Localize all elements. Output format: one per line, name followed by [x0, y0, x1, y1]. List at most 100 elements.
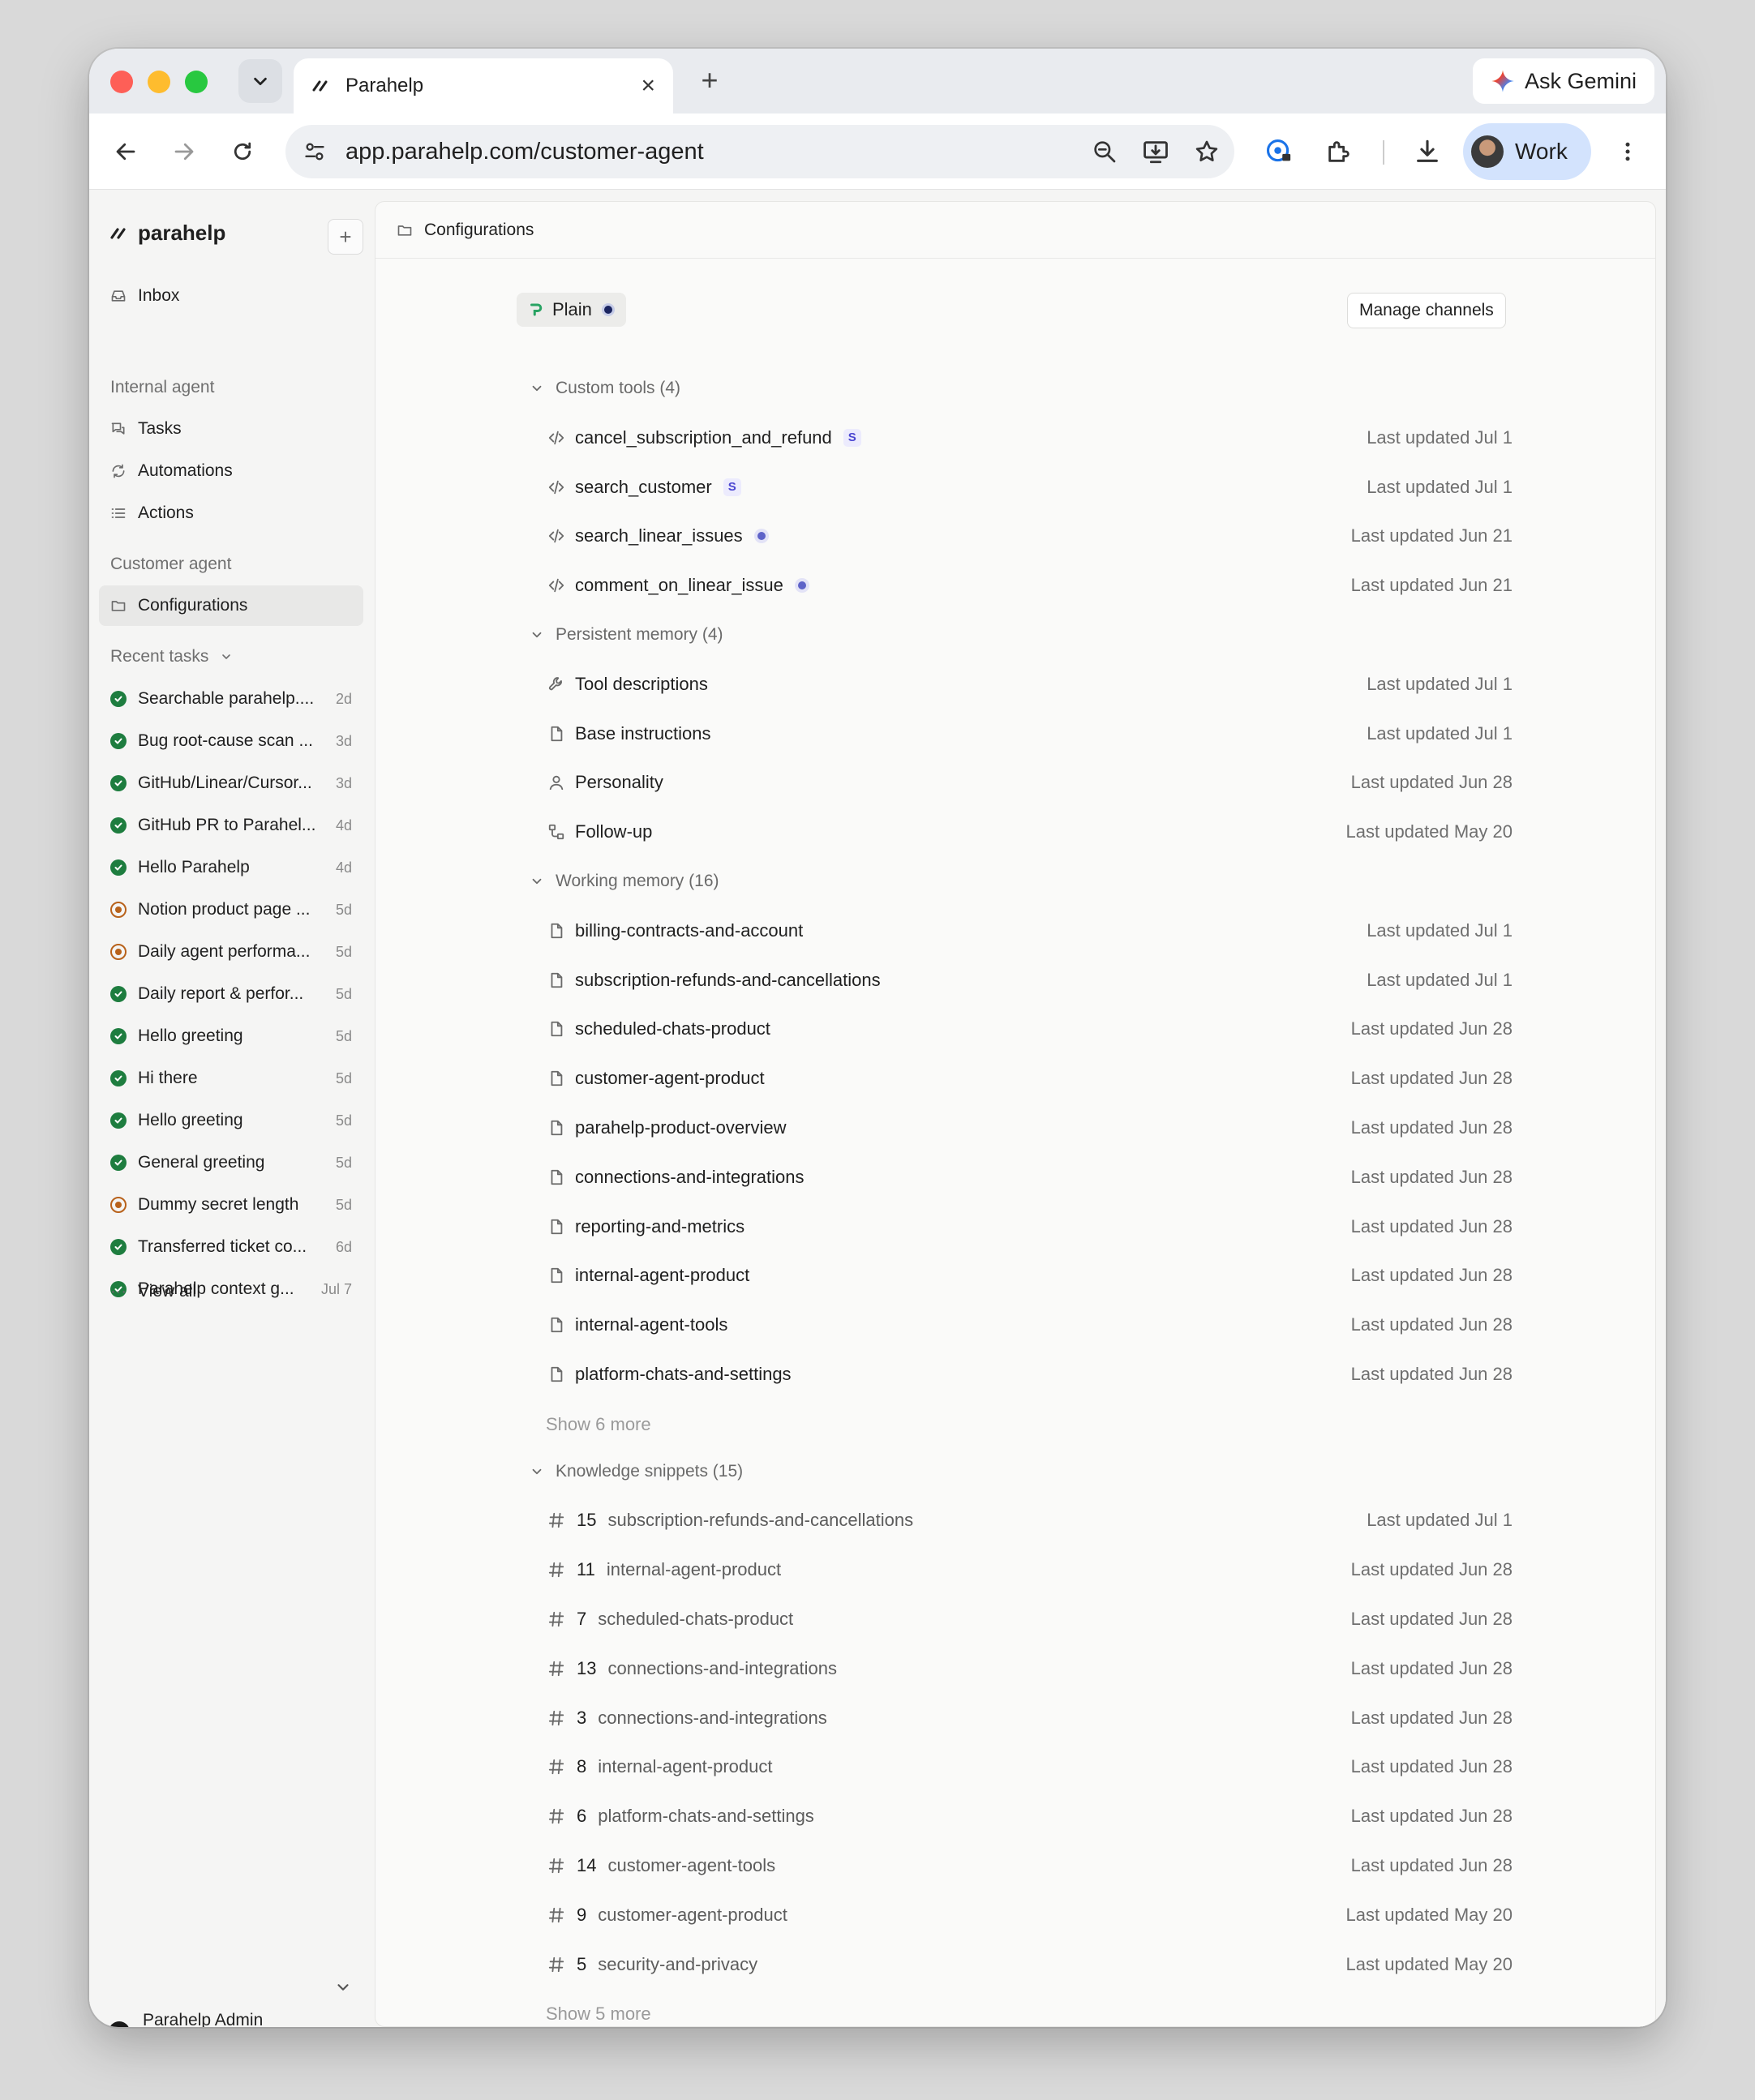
sidebar-item-configurations[interactable]: Configurations — [99, 585, 363, 626]
user-menu[interactable]: PA Parahelp Admin Admin — [109, 2011, 263, 2027]
bookmark-star-icon[interactable] — [1194, 139, 1220, 165]
chevron-down-icon[interactable] — [334, 1978, 352, 1996]
section-toggle[interactable]: Working memory (16) — [530, 872, 719, 891]
file-icon — [546, 1117, 567, 1138]
chevron-down-icon — [532, 1468, 542, 1474]
downloads-button[interactable] — [1409, 133, 1446, 170]
brand[interactable]: parahelp — [109, 221, 225, 246]
config-row[interactable]: Tool descriptions Last updated Jul 1 — [546, 668, 1513, 701]
channel-chip[interactable]: Plain — [517, 293, 626, 327]
config-row[interactable]: 8 internal-agent-product Last updated Jun … — [546, 1751, 1513, 1783]
config-row[interactable]: search_customer S Last updated Jul 1 — [546, 471, 1513, 504]
recent-task-item[interactable]: Bug root-cause scan ... 3d — [99, 721, 363, 761]
last-updated: Last updated Jun 28 — [1350, 1559, 1513, 1580]
profile-button[interactable]: Work — [1463, 123, 1591, 180]
address-bar[interactable]: app.parahelp.com/customer-agent — [285, 125, 1234, 178]
last-updated: Last updated Jun 28 — [1350, 1609, 1513, 1629]
config-row[interactable]: 13 connections-and-integrations Last updat… — [546, 1652, 1513, 1685]
config-row[interactable]: cancel_subscription_and_refund S Last upda… — [546, 422, 1513, 454]
config-row[interactable]: search_linear_issues Last updated Jun 21 — [546, 520, 1513, 552]
last-updated: Last updated Jun 28 — [1350, 1117, 1513, 1138]
tab-title: Parahelp — [345, 75, 424, 96]
config-row[interactable]: billing-contracts-and-account Last update… — [546, 915, 1513, 947]
recent-task-item[interactable]: Hello Parahelp 4d — [99, 847, 363, 888]
forward-button[interactable] — [165, 133, 203, 170]
config-row[interactable]: 5 security-and-privacy Last updated May 20 — [546, 1948, 1513, 1981]
show-more-link[interactable]: Show 6 more — [546, 1414, 651, 1435]
close-tab-icon[interactable]: × — [641, 72, 655, 100]
recent-task-item[interactable]: Daily agent performa... 5d — [99, 932, 363, 972]
in-progress-icon — [110, 1197, 127, 1213]
site-settings-icon[interactable] — [300, 137, 329, 166]
new-task-button[interactable]: + — [328, 219, 363, 255]
last-updated: Last updated Jun 21 — [1350, 575, 1513, 596]
recent-task-item[interactable]: Hello greeting 5d — [99, 1100, 363, 1141]
config-row[interactable]: connections-and-integrations Last updated… — [546, 1161, 1513, 1194]
recent-task-item[interactable]: Hi there 5d — [99, 1058, 363, 1099]
url-text[interactable]: app.parahelp.com/customer-agent — [345, 139, 1092, 165]
show-more-link[interactable]: Show 5 more — [546, 2004, 651, 2025]
recent-task-item[interactable]: GitHub/Linear/Cursor... 3d — [99, 763, 363, 804]
tab-search-button[interactable] — [238, 59, 282, 103]
file-icon — [546, 1068, 567, 1089]
config-row[interactable]: internal-agent-tools Last updated Jun 28 — [546, 1309, 1513, 1341]
config-row[interactable]: 6 platform-chats-and-settings Last updated… — [546, 1800, 1513, 1832]
config-row[interactable]: subscription-refunds-and-cancellations La… — [546, 964, 1513, 996]
minimize-window-button[interactable] — [148, 71, 170, 93]
sidebar-item-automations[interactable]: Automations — [99, 451, 363, 491]
recent-task-item[interactable]: Transferred ticket co... 6d — [99, 1227, 363, 1267]
extensions-button[interactable] — [1320, 133, 1358, 170]
config-row[interactable]: Personality Last updated Jun 28 — [546, 766, 1513, 799]
config-row-label: comment_on_linear_issue — [575, 575, 783, 596]
config-row-label: internal-agent-product — [598, 1756, 773, 1777]
config-row[interactable]: reporting-and-metrics Last updated Jun 28 — [546, 1211, 1513, 1243]
section-toggle[interactable]: Custom tools (4) — [530, 379, 680, 398]
config-row[interactable]: 15 subscription-refunds-and-cancellations… — [546, 1504, 1513, 1536]
recent-task-item[interactable]: Daily report & perfor... 5d — [99, 974, 363, 1014]
recent-task-item[interactable]: Searchable parahelp.... 2d — [99, 679, 363, 719]
password-manager-button[interactable] — [1260, 133, 1298, 170]
config-row[interactable]: comment_on_linear_issue Last updated Jun … — [546, 569, 1513, 602]
last-updated: Last updated Jun 28 — [1350, 1707, 1513, 1728]
config-row[interactable]: 11 internal-agent-product Last updated Jun… — [546, 1554, 1513, 1586]
section-toggle[interactable]: Persistent memory (4) — [530, 625, 723, 645]
config-row[interactable]: customer-agent-product Last updated Jun 2… — [546, 1062, 1513, 1095]
config-row[interactable]: platform-chats-and-settings Last updated … — [546, 1358, 1513, 1391]
config-row[interactable]: 9 customer-agent-product Last updated May … — [546, 1899, 1513, 1931]
zoom-window-button[interactable] — [185, 71, 208, 93]
hash-icon — [546, 1559, 567, 1580]
recent-task-item[interactable]: Dummy secret length 5d — [99, 1185, 363, 1225]
browser-tab[interactable]: Parahelp × — [294, 58, 673, 114]
sidebar-item-actions[interactable]: Actions — [99, 493, 363, 534]
browser-menu-button[interactable] — [1609, 133, 1646, 170]
config-row[interactable]: 3 connections-and-integrations Last update… — [546, 1702, 1513, 1734]
ask-gemini-button[interactable]: Ask Gemini — [1472, 58, 1654, 104]
back-button[interactable] — [107, 133, 144, 170]
recent-task-item[interactable]: Notion product page ... 5d — [99, 889, 363, 930]
new-tab-button[interactable]: + — [689, 63, 730, 97]
manage-channels-button[interactable]: Manage channels — [1347, 293, 1506, 328]
recent-task-item[interactable]: General greeting 5d — [99, 1142, 363, 1183]
config-row[interactable]: 14 customer-agent-tools Last updated Jun 2… — [546, 1849, 1513, 1882]
config-row[interactable]: scheduled-chats-product Last updated Jun … — [546, 1013, 1513, 1045]
recent-tasks-toggle[interactable]: Recent tasks — [110, 647, 233, 666]
zoom-icon[interactable] — [1092, 139, 1118, 165]
sidebar-item-inbox[interactable]: Inbox — [99, 276, 363, 316]
install-app-icon[interactable] — [1142, 138, 1169, 165]
config-row[interactable]: 7 scheduled-chats-product Last updated Jun… — [546, 1603, 1513, 1635]
last-updated: Last updated May 20 — [1345, 1953, 1513, 1974]
recent-task-item[interactable]: GitHub PR to Parahel... 4d — [99, 805, 363, 846]
config-row[interactable]: internal-agent-product Last updated Jun 2… — [546, 1259, 1513, 1292]
config-row[interactable]: Follow-up Last updated May 20 — [546, 816, 1513, 848]
close-window-button[interactable] — [110, 71, 133, 93]
recent-task-age: 2d — [335, 690, 352, 707]
config-row[interactable]: Base instructions Last updated Jul 1 — [546, 718, 1513, 750]
view-all-link[interactable]: ··· View all — [99, 1271, 363, 1312]
reload-button[interactable] — [224, 133, 261, 170]
section-toggle[interactable]: Knowledge snippets (15) — [530, 1462, 743, 1481]
chevron-down-icon — [222, 654, 231, 659]
config-row[interactable]: parahelp-product-overview Last updated Ju… — [546, 1112, 1513, 1144]
recent-task-label: Hi there — [138, 1069, 198, 1087]
recent-task-item[interactable]: Hello greeting 5d — [99, 1016, 363, 1056]
sidebar-item-tasks[interactable]: Tasks — [99, 409, 363, 449]
